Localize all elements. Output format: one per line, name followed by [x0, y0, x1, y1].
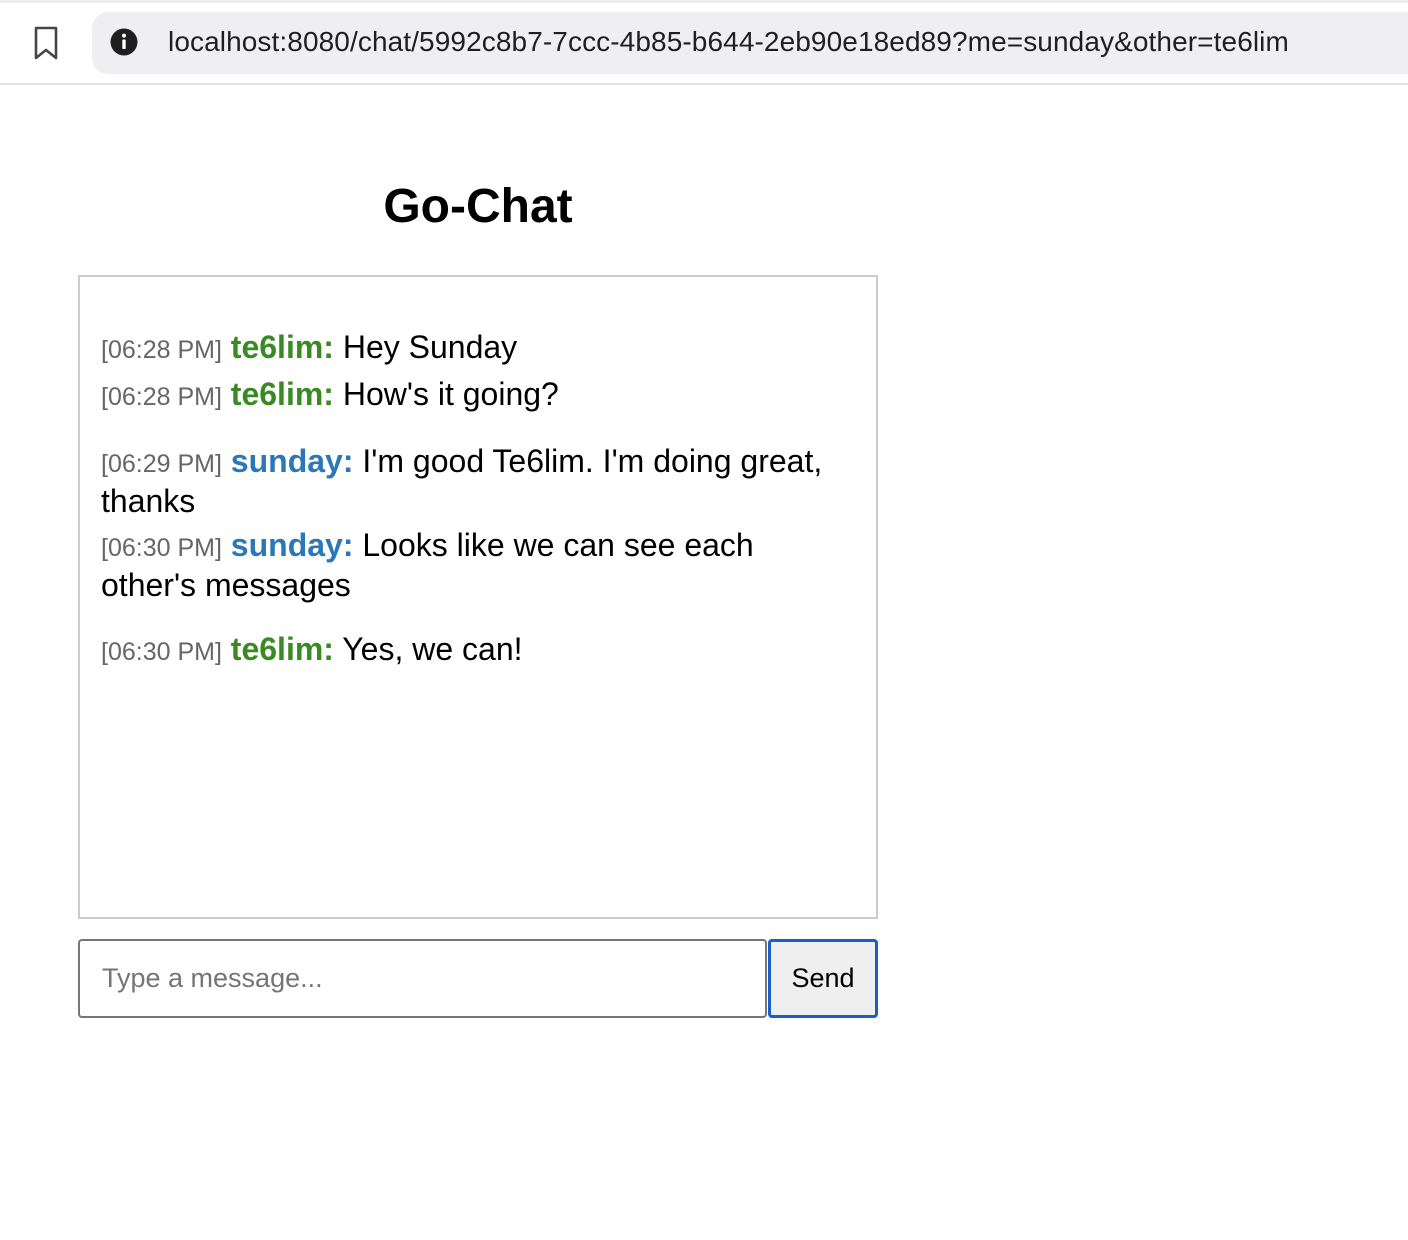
message-username: sunday:: [230, 527, 354, 563]
message-username: te6lim:: [230, 376, 334, 412]
page-title: Go-Chat: [383, 180, 573, 233]
site-info-icon[interactable]: [110, 28, 138, 56]
message-item: [06:28 PM] te6lim: Hey Sunday: [101, 329, 841, 369]
message-timestamp: [06:28 PM]: [101, 383, 222, 411]
message-text: Yes, we can!: [342, 631, 523, 667]
bookmark-icon[interactable]: [33, 26, 59, 60]
message-username: sunday:: [230, 443, 354, 479]
message-item: [06:28 PM] te6lim: How's it going?: [101, 376, 841, 416]
message-item: [06:30 PM] sunday: Looks like we can see…: [101, 527, 841, 604]
send-button[interactable]: Send: [768, 939, 878, 1018]
chat-messages: [06:28 PM] te6lim: Hey Sunday [06:28 PM]…: [78, 275, 878, 919]
message-composer: Send: [78, 939, 878, 1018]
message-timestamp: [06:29 PM]: [101, 450, 222, 478]
message-item: [06:30 PM] te6lim: Yes, we can!: [101, 631, 841, 671]
message-timestamp: [06:28 PM]: [101, 336, 222, 364]
message-username: te6lim:: [230, 329, 334, 365]
message-text: How's it going?: [342, 376, 559, 412]
message-timestamp: [06:30 PM]: [101, 534, 222, 562]
message-input[interactable]: [78, 939, 767, 1018]
message-timestamp: [06:30 PM]: [101, 638, 222, 666]
browser-toolbar: localhost:8080/chat/5992c8b7-7ccc-4b85-b…: [0, 0, 1408, 85]
message-item: [06:29 PM] sunday: I'm good Te6lim. I'm …: [101, 443, 841, 520]
toolbar-top-edge: [0, 0, 1408, 3]
message-username: te6lim:: [230, 631, 334, 667]
message-text: Hey Sunday: [342, 329, 518, 365]
url-text[interactable]: localhost:8080/chat/5992c8b7-7ccc-4b85-b…: [168, 23, 1289, 61]
